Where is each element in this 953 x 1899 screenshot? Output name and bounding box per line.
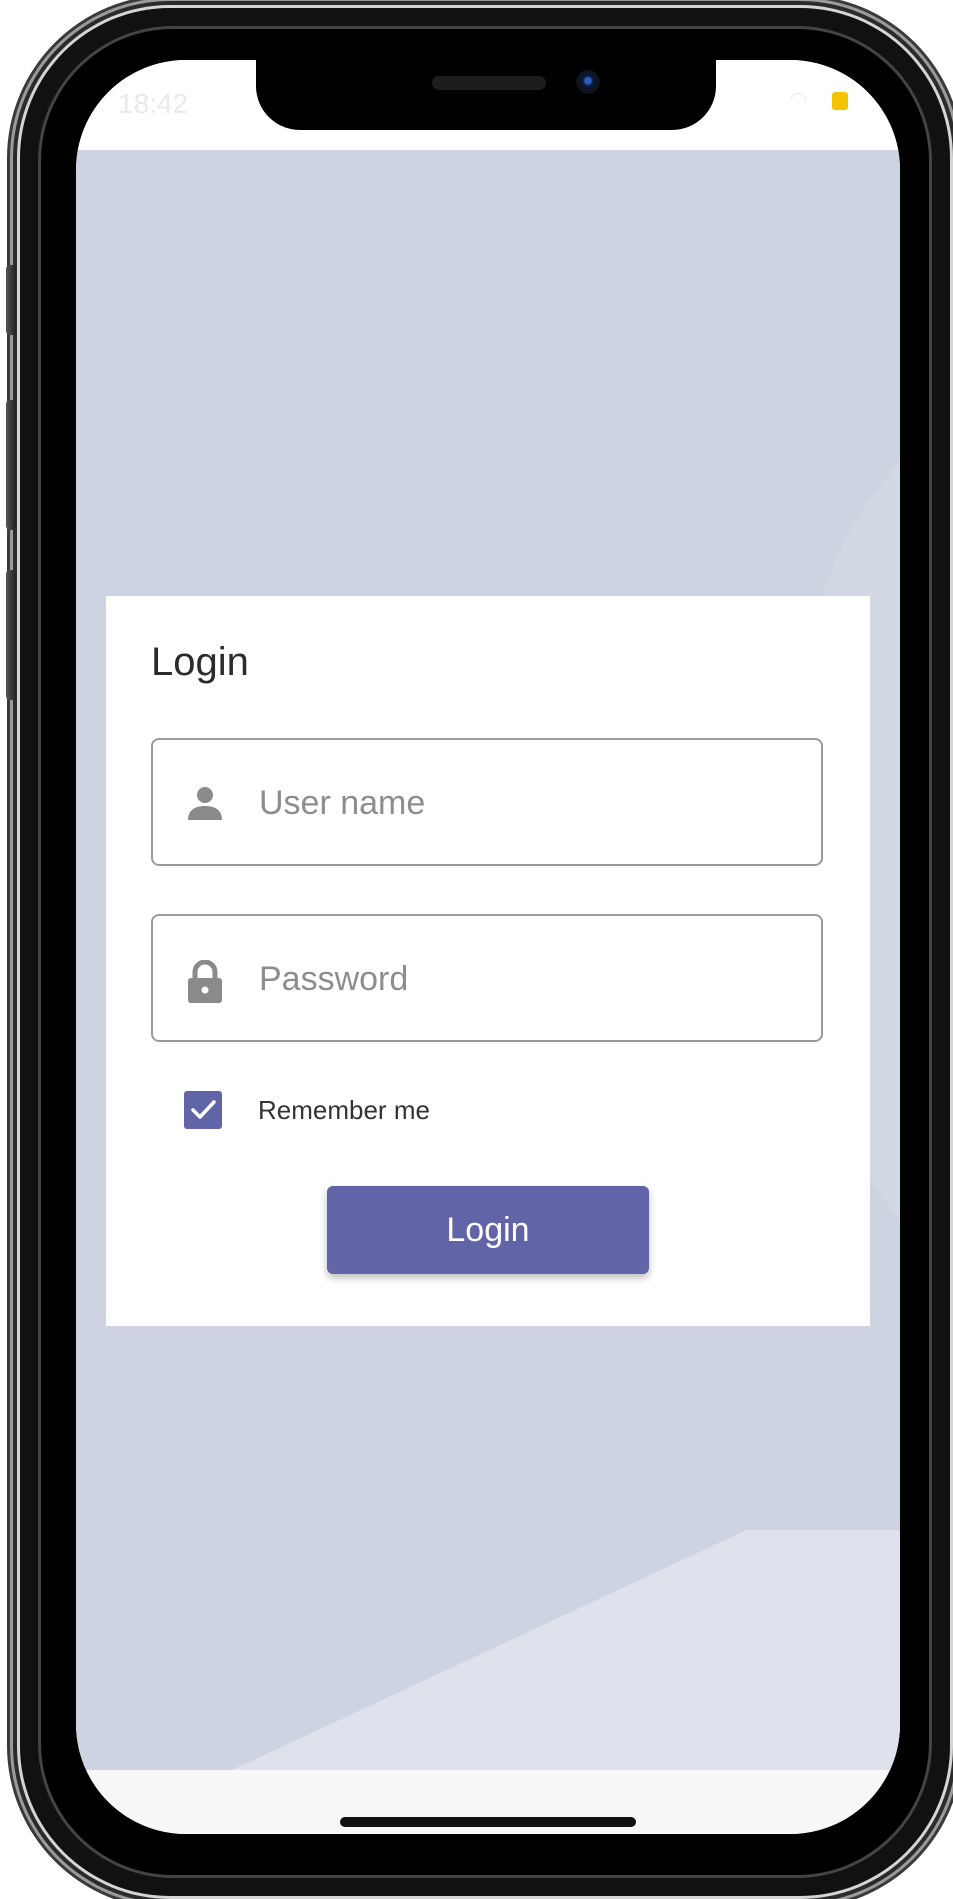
status-time: 18:42 xyxy=(118,88,189,119)
login-card: Login User name Remember me Login xyxy=(106,596,870,1326)
page-title: Login xyxy=(151,640,249,684)
camera-icon xyxy=(576,70,600,94)
person-icon xyxy=(185,784,225,824)
lock-icon xyxy=(185,959,225,1003)
remember-me-checkbox[interactable] xyxy=(184,1091,222,1129)
checkmark-icon xyxy=(191,1100,216,1119)
home-indicator[interactable] xyxy=(340,1817,636,1827)
phone-notch xyxy=(256,60,716,130)
volume-down-button xyxy=(6,570,16,700)
remember-me-row[interactable]: Remember me xyxy=(184,1090,430,1130)
username-field[interactable] xyxy=(151,738,823,866)
volume-up-button xyxy=(6,400,16,530)
remember-me-label: Remember me xyxy=(258,1094,430,1125)
password-field[interactable] xyxy=(151,914,823,1042)
login-button[interactable]: Login xyxy=(327,1186,649,1274)
phone-screen: 18:42 ◠ Login User name Remember me Logi… xyxy=(76,60,900,1834)
password-input[interactable] xyxy=(257,916,801,1042)
battery-icon xyxy=(832,92,848,110)
wifi-icon: ◠ xyxy=(788,88,808,113)
background-wedge xyxy=(76,1530,900,1770)
mute-switch xyxy=(6,265,16,335)
username-input[interactable] xyxy=(257,740,801,866)
speaker-grille xyxy=(432,76,546,90)
